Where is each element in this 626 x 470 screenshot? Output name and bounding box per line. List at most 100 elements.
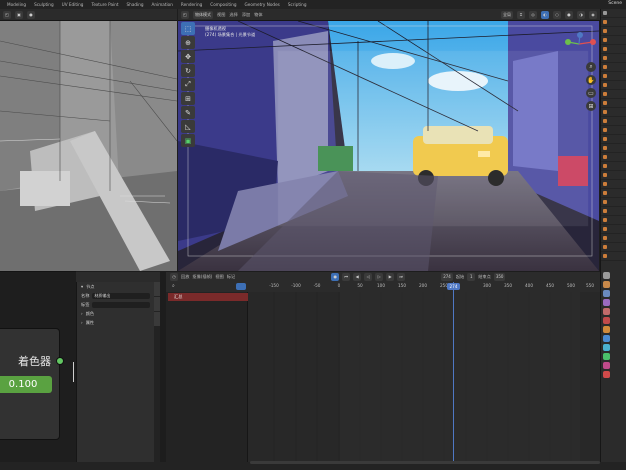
- outliner-row[interactable]: [601, 81, 626, 90]
- outliner-row[interactable]: [601, 243, 626, 252]
- proportional-edit-icon[interactable]: ◎: [529, 10, 537, 19]
- shading-wire-icon[interactable]: ○: [553, 10, 561, 19]
- transform-icon[interactable]: ⊞: [181, 92, 195, 105]
- outliner-row[interactable]: [601, 108, 626, 117]
- outliner-row[interactable]: [601, 207, 626, 216]
- start-frame-field[interactable]: 1: [467, 273, 476, 281]
- timeline-scrollbar[interactable]: [250, 461, 600, 464]
- zoom-icon[interactable]: ⌕: [586, 62, 596, 72]
- snap-icon[interactable]: ⌗: [517, 10, 525, 19]
- select-box-icon[interactable]: ⬚: [181, 22, 195, 35]
- menu-select[interactable]: 选择: [229, 12, 237, 18]
- tab-sculpting[interactable]: Sculpting: [30, 0, 58, 9]
- view-toggle-icon[interactable]: ▣: [15, 10, 23, 19]
- current-frame-field[interactable]: 274: [441, 273, 453, 281]
- menu-keying[interactable]: 抠像(插帧): [192, 274, 212, 280]
- outliner-row[interactable]: [601, 99, 626, 108]
- annotate-icon[interactable]: ✎: [181, 106, 195, 119]
- camera-view-icon[interactable]: ▭: [586, 88, 596, 98]
- constraints-icon[interactable]: [603, 362, 610, 369]
- playhead-frame-label[interactable]: 274: [447, 283, 460, 290]
- outliner-row[interactable]: [601, 9, 626, 18]
- scale-icon[interactable]: ⤢: [181, 78, 195, 91]
- shader-output-socket[interactable]: [56, 357, 64, 365]
- menu-view[interactable]: 视图: [217, 12, 225, 18]
- physics-icon[interactable]: [603, 353, 610, 360]
- tool-icon[interactable]: [603, 272, 610, 279]
- tab-animation[interactable]: Animation: [148, 0, 177, 9]
- outliner-row[interactable]: [601, 36, 626, 45]
- timeline-ruler[interactable]: ⌕ -150 -100 -50 0 50 100 150 200 250 300…: [166, 282, 600, 292]
- object-mode-dropdown[interactable]: 物体模式: [193, 10, 213, 19]
- cursor-icon[interactable]: ⊕: [181, 36, 195, 49]
- outliner-row[interactable]: [601, 63, 626, 72]
- menu-object[interactable]: 物体: [254, 12, 262, 18]
- tab-shading[interactable]: Shading: [123, 0, 148, 9]
- outliner-row[interactable]: [601, 27, 626, 36]
- color-row[interactable]: › 颜色: [77, 309, 154, 318]
- outliner-row[interactable]: [601, 90, 626, 99]
- record-icon[interactable]: ●: [331, 273, 340, 281]
- particles-icon[interactable]: [603, 344, 610, 351]
- sidebar-tab-tool[interactable]: [154, 297, 160, 311]
- outliner-row[interactable]: [601, 252, 626, 261]
- sidebar-tab-node[interactable]: [154, 282, 160, 296]
- output-icon[interactable]: [603, 290, 610, 297]
- outliner-row[interactable]: [601, 162, 626, 171]
- next-key-icon[interactable]: ▶: [386, 273, 395, 281]
- outliner-row[interactable]: [601, 180, 626, 189]
- camera-viewport[interactable]: [178, 21, 599, 271]
- move-icon[interactable]: ✥: [181, 50, 195, 63]
- render-icon[interactable]: [603, 281, 610, 288]
- play-reverse-icon[interactable]: ◁: [364, 273, 373, 281]
- menu-playback[interactable]: 回放: [181, 274, 189, 280]
- scene-selector[interactable]: Scene: [608, 1, 622, 6]
- outliner-row[interactable]: [601, 18, 626, 27]
- modifier-icon[interactable]: [603, 335, 610, 342]
- add-cube-icon[interactable]: ▣: [181, 134, 195, 147]
- outliner-row[interactable]: [601, 171, 626, 180]
- name-field[interactable]: 材质输出: [92, 292, 150, 299]
- shading-render-icon[interactable]: ◉: [589, 10, 597, 19]
- playhead-line[interactable]: [453, 282, 454, 464]
- prev-key-icon[interactable]: ◀: [353, 273, 362, 281]
- object-icon[interactable]: [603, 326, 610, 333]
- menu-add[interactable]: 添加: [242, 12, 250, 18]
- editor-type-icon[interactable]: ◰: [3, 10, 11, 19]
- pan-icon[interactable]: ✋: [586, 75, 596, 85]
- menu-view[interactable]: 视图: [215, 274, 223, 280]
- solid-viewport[interactable]: [0, 21, 177, 271]
- perspective-toggle-icon[interactable]: ⊞: [586, 101, 596, 111]
- properties-row[interactable]: › 属性: [77, 318, 154, 327]
- editor-type-icon[interactable]: ◷: [170, 273, 178, 281]
- outliner-row[interactable]: [601, 54, 626, 63]
- outliner-row[interactable]: [601, 135, 626, 144]
- editor-type-icon[interactable]: ◰: [181, 10, 189, 19]
- tab-compositing[interactable]: Compositing: [206, 0, 240, 9]
- tab-scripting[interactable]: Scripting: [284, 0, 311, 9]
- outliner-row[interactable]: [601, 45, 626, 54]
- search-icon[interactable]: ⌕: [172, 283, 175, 289]
- menu-marker[interactable]: 标记: [227, 274, 235, 280]
- view-layer-icon[interactable]: [603, 299, 610, 306]
- tab-rendering[interactable]: Rendering: [177, 0, 206, 9]
- filter-icon[interactable]: [236, 283, 246, 290]
- sidebar-tab-view[interactable]: [154, 312, 160, 326]
- outliner-row[interactable]: [601, 126, 626, 135]
- overlay-icon[interactable]: ◐: [541, 10, 549, 19]
- node-section-header[interactable]: ▾ 节点: [77, 282, 154, 291]
- outliner-row[interactable]: [601, 198, 626, 207]
- play-icon[interactable]: ▷: [375, 273, 384, 281]
- jump-start-icon[interactable]: ⏮: [342, 273, 351, 281]
- outliner-row[interactable]: [601, 216, 626, 225]
- jump-end-icon[interactable]: ⏭: [397, 273, 406, 281]
- outliner-row[interactable]: [601, 72, 626, 81]
- world-icon[interactable]: [603, 317, 610, 324]
- end-frame-field[interactable]: 350: [493, 273, 506, 281]
- tab-geometry-nodes[interactable]: Geometry Nodes: [241, 0, 284, 9]
- outliner-row[interactable]: [601, 153, 626, 162]
- outliner-row[interactable]: [601, 225, 626, 234]
- scene-icon[interactable]: [603, 308, 610, 315]
- shading-solid-icon[interactable]: ●: [27, 10, 35, 19]
- label-field[interactable]: [92, 301, 150, 308]
